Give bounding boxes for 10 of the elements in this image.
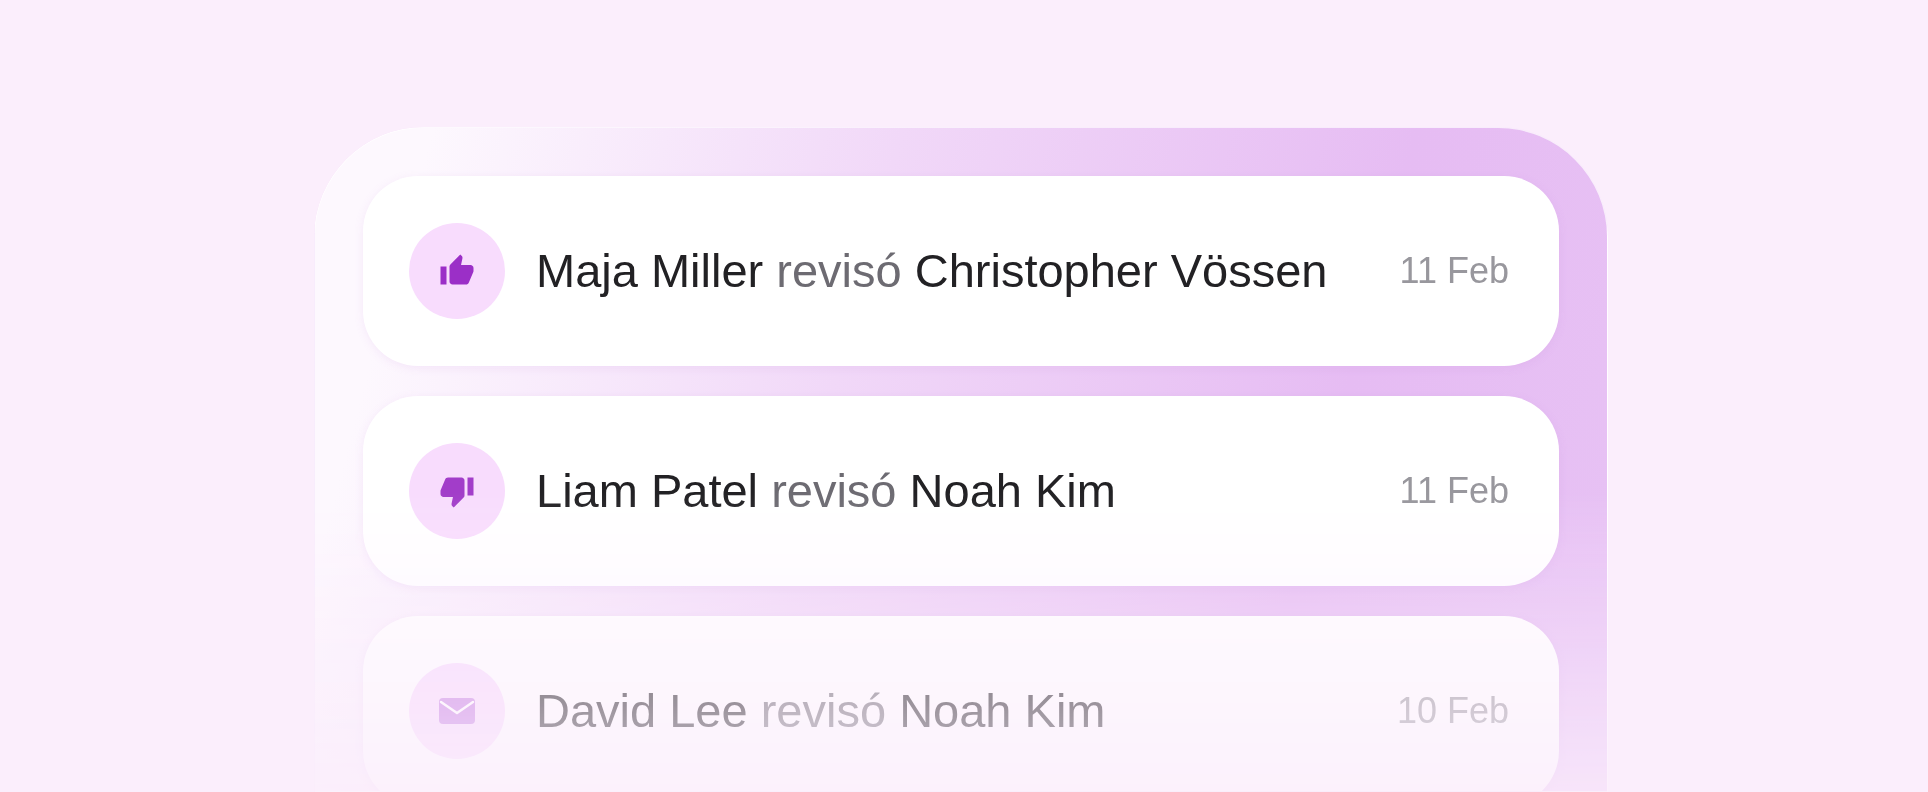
activity-text: Liam Patel revisó Noah Kim bbox=[536, 462, 1117, 519]
activity-item[interactable]: Liam Patel revisó Noah Kim 11 Feb bbox=[363, 396, 1559, 586]
envelope-icon bbox=[409, 663, 505, 759]
activity-text: David Lee revisó Noah Kim bbox=[536, 682, 1107, 739]
thumbs-up-icon bbox=[409, 223, 505, 319]
activity-text: Maja Miller revisó Christopher Vössen bbox=[536, 242, 1329, 299]
thumbs-down-icon bbox=[409, 443, 505, 539]
date: 11 Feb bbox=[1399, 469, 1509, 513]
date: 11 Feb bbox=[1399, 249, 1509, 293]
activity-item[interactable]: Maja Miller revisó Christopher Vössen 11 Feb bbox=[363, 176, 1559, 366]
